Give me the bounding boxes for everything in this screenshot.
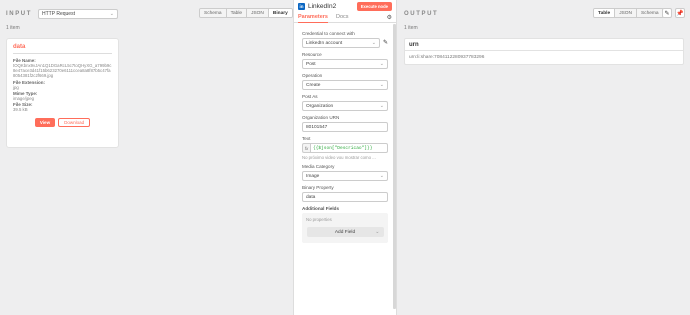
file-extension-value: jpg [13,84,19,90]
input-header: INPUT HTTP Request ⌄ [6,8,118,20]
post-as-select[interactable]: Organization ⌄ [302,101,388,111]
output-tab-table[interactable]: Table [594,9,616,17]
binary-property-value: data [306,194,316,200]
input-item-count: 1 item [6,25,20,31]
parameters-form: Credential to connect with LinkedIn acco… [294,23,396,243]
organization-urn-input[interactable]: 80101547 [302,122,388,132]
chevron-down-icon: ⌄ [375,229,380,235]
chevron-down-icon: ⌄ [379,173,384,179]
file-size-value: 39.5 kB [13,107,28,113]
chevron-down-icon: ⌄ [379,103,384,109]
additional-fields-box: No properties Add Field ⌄ [302,213,388,243]
output-tab-json[interactable]: JSON [615,9,637,17]
linkedin-icon: in [298,2,305,10]
input-tab-json[interactable]: JSON [247,9,269,17]
scrollbar[interactable] [393,24,396,309]
post-as-value: Organization [306,103,334,109]
chevron-down-icon: ⌄ [379,82,384,88]
pencil-icon[interactable]: ✎ [383,39,388,46]
node-header: in LinkedIn2 Execute node [294,0,396,12]
output-view-tabs: Table JSON Schema [593,8,664,18]
node-tabs: Parameters Docs ⚙ [294,12,396,23]
organization-urn-label: Organization URN [302,115,340,120]
output-item-count: 1 item [404,25,418,31]
operation-label: Operation [302,73,323,78]
chevron-down-icon: ⌄ [371,40,376,46]
binary-key: data [13,44,26,50]
output-panel: OUTPUT Table JSON Schema ✎ 📌 1 item urn … [398,0,690,315]
text-expression-row: fx {{$json["Descricao"]}} [302,143,388,153]
additional-fields-label: Additional Fields [302,206,340,211]
text-label: Text [302,136,311,141]
resource-select[interactable]: Post ⌄ [302,59,388,69]
input-view-tabs: Schema Table JSON Binary [199,8,293,18]
no-properties-text: No properties [306,217,332,222]
media-category-label: Media Category [302,164,335,169]
operation-value: Create [306,82,321,88]
text-preview-hint: No próximo video vou mostrar como ... [302,155,376,160]
execute-node-button[interactable]: Execute node [356,1,392,11]
add-field-label: Add Field [334,229,356,235]
file-name-value: tOQKbnx9vJAn1Q1DGaRcL5c7toQHyXG_a799b9c8… [13,63,112,79]
node-panel: in LinkedIn2 Execute node Parameters Doc… [293,0,397,315]
credential-value: LinkedIn account [306,40,343,46]
media-category-select[interactable]: Image ⌄ [302,171,388,181]
binary-actions: View Download [13,118,112,128]
credential-row: LinkedIn account ⌄ ✎ [302,36,388,48]
input-node-select[interactable]: HTTP Request ⌄ [38,9,118,19]
chevron-down-icon: ⌄ [109,11,114,17]
resource-value: Post [306,61,316,67]
tab-docs[interactable]: Docs [336,12,349,23]
organization-urn-value: 80101547 [306,124,328,130]
input-tab-table[interactable]: Table [226,9,248,17]
output-title: OUTPUT [404,11,439,17]
expression-fx-icon: fx [302,143,310,153]
pin-icon[interactable]: 📌 [675,8,685,18]
input-tab-schema[interactable]: Schema [200,9,227,17]
output-table: urn urn:li:share:7084112280937783296 [404,38,684,65]
input-title: INPUT [6,11,32,17]
input-tab-binary[interactable]: Binary [268,9,292,17]
input-node-select-value: HTTP Request [42,11,75,17]
download-button[interactable]: Download [58,118,91,128]
binary-property-input[interactable]: data [302,192,388,202]
view-button[interactable]: View [34,118,56,128]
gear-icon[interactable]: ⚙ [387,14,392,21]
add-field-button[interactable]: Add Field ⌄ [306,227,384,237]
media-category-value: Image [306,173,320,179]
output-column-header: urn [405,39,683,51]
node-name[interactable]: LinkedIn2 [308,3,336,10]
operation-select[interactable]: Create ⌄ [302,80,388,90]
tab-parameters[interactable]: Parameters [298,12,328,23]
divider [13,53,112,54]
input-panel: INPUT HTTP Request ⌄ Schema Table JSON B… [0,0,293,315]
pencil-icon[interactable]: ✎ [662,8,672,18]
binary-card: data File Name: tOQKbnx9vJAn1Q1DGaRcL5c7… [6,38,119,148]
binary-property-label: Binary Property [302,185,334,190]
output-cell-value[interactable]: urn:li:share:7084112280937783296 [405,51,683,64]
text-expression-input[interactable]: {{$json["Descricao"]}} [310,143,388,153]
mime-type-value: image/jpeg [13,95,35,101]
output-tab-schema[interactable]: Schema [636,9,663,17]
chevron-down-icon: ⌄ [379,61,384,67]
output-header: OUTPUT [404,8,438,20]
credential-select[interactable]: LinkedIn account ⌄ [302,38,380,48]
resource-label: Resource [302,52,322,57]
post-as-label: Post As [302,94,318,99]
